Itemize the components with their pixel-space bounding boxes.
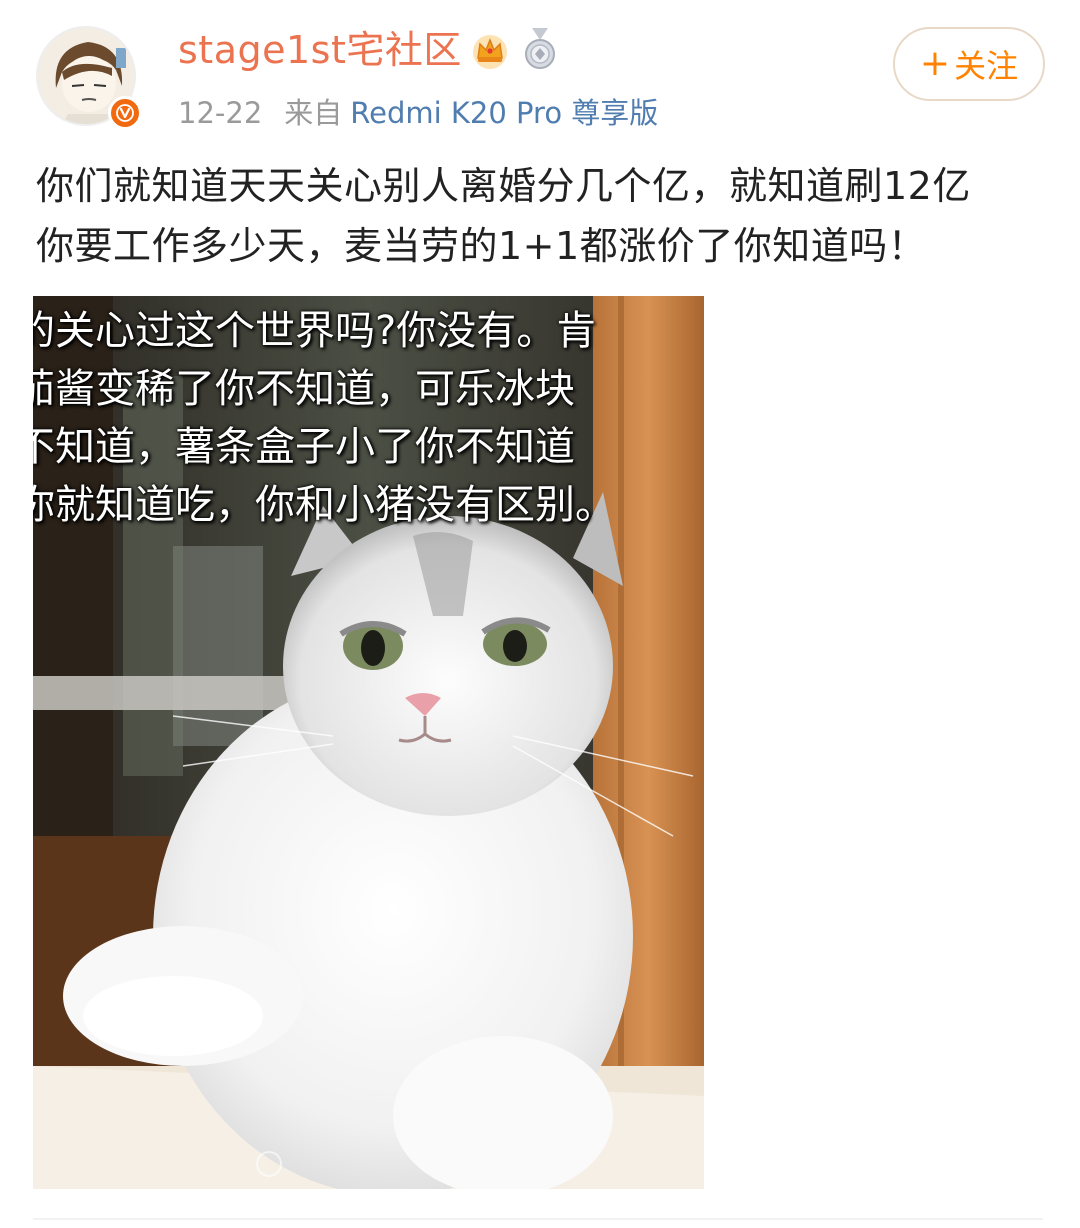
- caption-line: 不知道，薯条盒子小了你不知道: [33, 424, 575, 470]
- post-header: stage1st宅社区 12-22 来自 Redmi K20 Pro 尊享版 + 关注: [0, 0, 1080, 140]
- post-text-line: 你们就知道天天关心别人离婚分几个亿，就知道刷12亿: [36, 164, 971, 208]
- post-text: 你们就知道天天关心别人离婚分几个亿，就知道刷12亿 你要工作多少天，麦当劳的1+…: [36, 156, 1046, 276]
- verified-badge-icon: [108, 96, 142, 130]
- caption-line: 你就知道吃，你和小猪没有区别。: [33, 482, 615, 528]
- divider: [33, 1218, 1043, 1220]
- username[interactable]: stage1st宅社区: [178, 24, 462, 76]
- caption-line: 茄酱变稀了你不知道，可乐冰块: [33, 366, 575, 412]
- post-image[interactable]: 的关心过这个世界吗?你没有。肯 茄酱变稀了你不知道，可乐冰块 不知道，薯条盒子小…: [33, 296, 704, 1189]
- device-link[interactable]: Redmi K20 Pro 尊享版: [350, 96, 658, 130]
- follow-label: 关注: [954, 47, 1019, 85]
- post-text-line: 你要工作多少天，麦当劳的1+1都涨价了你知道吗！: [36, 224, 927, 268]
- image-caption: 的关心过这个世界吗?你没有。肯 茄酱变稀了你不知道，可乐冰块 不知道，薯条盒子小…: [33, 302, 704, 534]
- plus-icon: +: [919, 43, 951, 84]
- avatar[interactable]: [36, 26, 142, 130]
- follow-button[interactable]: + 关注: [893, 27, 1045, 101]
- source-prefix: 来自: [284, 96, 343, 130]
- post-meta: 12-22 来自 Redmi K20 Pro 尊享版: [178, 92, 658, 134]
- crown-icon[interactable]: [470, 30, 510, 70]
- caption-line: 的关心过这个世界吗?你没有。肯: [33, 308, 597, 354]
- post-date: 12-22: [178, 96, 263, 130]
- medal-icon[interactable]: [522, 28, 558, 70]
